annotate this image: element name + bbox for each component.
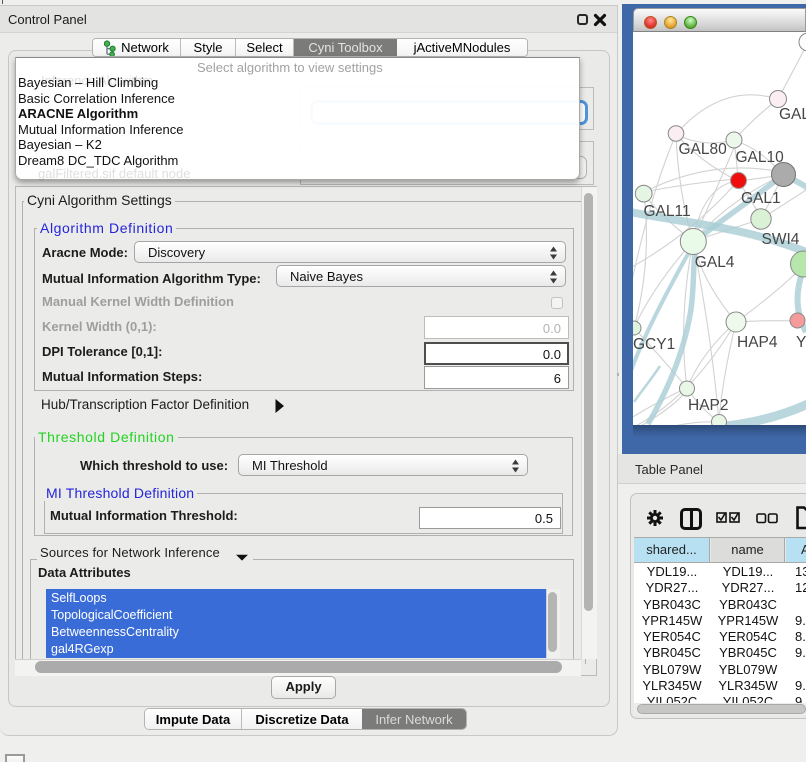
- svg-text:GAL10: GAL10: [736, 149, 785, 166]
- svg-text:GCY1: GCY1: [633, 336, 675, 353]
- svg-text:Y: Y: [796, 334, 806, 351]
- svg-text:GAL80: GAL80: [679, 141, 728, 158]
- svg-text:GAL4: GAL4: [695, 254, 735, 271]
- svg-text:SWI4: SWI4: [762, 231, 800, 248]
- svg-text:HAP4: HAP4: [737, 334, 778, 351]
- svg-text:GAL11: GAL11: [644, 203, 691, 220]
- svg-text:HAP2: HAP2: [688, 397, 729, 414]
- svg-text:GAL1: GAL1: [741, 190, 781, 207]
- svg-text:GAL7: GAL7: [779, 106, 806, 123]
